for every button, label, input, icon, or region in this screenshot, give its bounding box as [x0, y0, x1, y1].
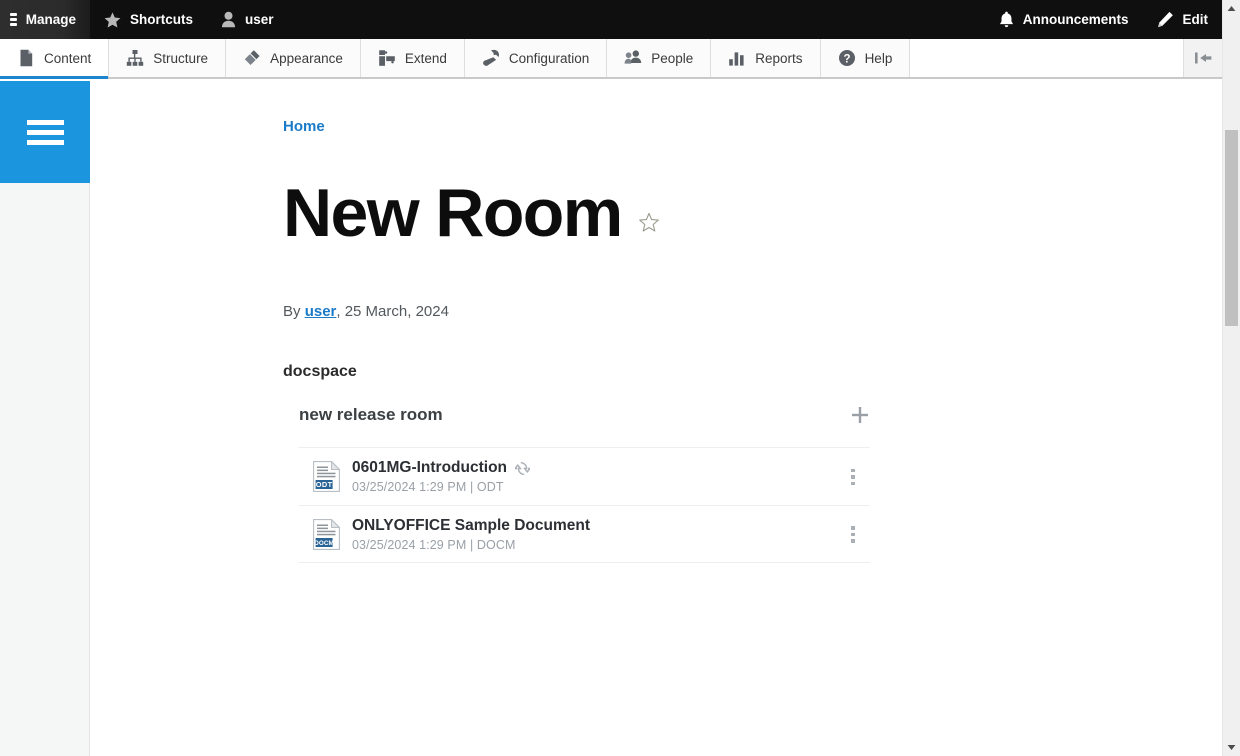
byline-prefix: By: [283, 303, 305, 321]
pencil-icon: [1157, 11, 1173, 28]
file-row[interactable]: ODT 0601MG-Introduction 03/25/2024 1:29 …: [299, 447, 870, 505]
toolbar-collapse-button[interactable]: [1184, 39, 1222, 77]
admin-item-user[interactable]: user: [207, 0, 288, 39]
file-subtitle-separator: |: [466, 537, 477, 552]
file-name: ONLYOFFICE Sample Document: [352, 516, 590, 534]
room-name: new release room: [299, 405, 443, 425]
byline-author-link[interactable]: user: [305, 303, 337, 320]
admin-item-announcements[interactable]: Announcements: [985, 0, 1143, 39]
document-file-icon: ODT: [313, 461, 340, 493]
tab-appearance[interactable]: Appearance: [226, 39, 361, 77]
sidebar-toggle-button[interactable]: [0, 81, 90, 183]
tab-help[interactable]: ? Help: [820, 39, 911, 77]
kebab-menu-icon[interactable]: [844, 467, 862, 487]
tab-configuration[interactable]: Configuration: [464, 39, 608, 77]
scroll-up-arrow-icon: [1227, 6, 1236, 11]
section-label-docspace: docspace: [283, 363, 357, 381]
scroll-down-button[interactable]: [1223, 739, 1240, 756]
plus-icon[interactable]: [850, 405, 870, 425]
star-outline-icon[interactable]: [638, 212, 660, 234]
kebab-menu-icon[interactable]: [844, 524, 862, 544]
admin-tab-bar: Content Structure Appearance Extend Conf…: [0, 39, 1222, 79]
file-subtitle-separator: |: [466, 480, 477, 495]
collapse-left-icon: [1195, 52, 1212, 64]
file-subtitle: 03/25/2024 1:29 PM | ODT: [352, 480, 844, 494]
bar-chart-icon: [729, 52, 744, 66]
hamburger-icon: [26, 119, 64, 145]
file-modified: 03/25/2024 1:29 PM: [352, 537, 467, 552]
page-title: New Room: [283, 175, 623, 251]
brush-icon: [244, 50, 260, 65]
tab-structure[interactable]: Structure: [109, 39, 227, 77]
file-meta: ONLYOFFICE Sample Document 03/25/2024 1:…: [352, 517, 844, 552]
file-row[interactable]: DOCM ONLYOFFICE Sample Document 03/25/20…: [299, 505, 870, 564]
scroll-down-arrow-icon: [1227, 745, 1236, 750]
user-icon: [221, 11, 236, 28]
hamburger-icon: [10, 13, 17, 26]
file-title-line: ONLYOFFICE Sample Document: [352, 517, 844, 535]
tab-people[interactable]: People: [607, 39, 712, 77]
admin-item-manage[interactable]: Manage: [0, 0, 90, 39]
admin-item-manage-label: Manage: [25, 12, 76, 27]
puzzle-icon: [379, 50, 395, 66]
document-file-icon: DOCM: [313, 518, 340, 550]
breadcrumb-home[interactable]: Home: [283, 118, 325, 135]
file-modified: 03/25/2024 1:29 PM: [352, 480, 467, 495]
file-meta: 0601MG-Introduction 03/25/2024 1:29 PM |…: [352, 459, 844, 494]
admin-item-shortcuts-label: Shortcuts: [130, 12, 194, 27]
admin-toolbar-spacer: [288, 0, 985, 39]
star-icon: [104, 11, 121, 27]
sync-icon[interactable]: [515, 461, 531, 476]
tab-reports[interactable]: Reports: [711, 39, 821, 77]
svg-text:DOCM: DOCM: [314, 540, 334, 547]
tab-help-label: Help: [864, 50, 893, 66]
admin-item-announcements-label: Announcements: [1022, 12, 1129, 27]
svg-text:ODT: ODT: [316, 480, 333, 489]
byline-suffix: , 25 March, 2024: [336, 303, 449, 321]
admin-item-user-label: user: [245, 12, 274, 27]
docspace-room-panel: new release room ODT 0601MG-Introduction…: [299, 405, 870, 564]
tab-content-label: Content: [44, 50, 92, 66]
tab-extend[interactable]: Extend: [360, 39, 465, 77]
admin-toolbar: Manage Shortcuts user Announcements Edit: [0, 0, 1222, 39]
tab-people-label: People: [651, 50, 694, 66]
scroll-up-button[interactable]: [1223, 0, 1240, 17]
svg-text:?: ?: [843, 53, 850, 65]
tab-bar-filler: [910, 39, 1184, 77]
admin-item-edit-label: Edit: [1182, 12, 1209, 27]
main-content: Home New Room By user, 25 March, 2024 do…: [91, 81, 1222, 756]
tab-configuration-label: Configuration: [508, 50, 590, 66]
page-title-row: New Room: [283, 175, 1222, 251]
file-format: DOCM: [476, 537, 516, 552]
bell-icon: [999, 11, 1013, 28]
tab-structure-label: Structure: [153, 50, 209, 66]
left-rail: [0, 81, 90, 756]
file-format: ODT: [476, 480, 504, 495]
sitemap-icon: [127, 50, 144, 66]
byline: By user, 25 March, 2024: [283, 303, 1222, 320]
file-title-line: 0601MG-Introduction: [352, 459, 844, 477]
page-scrollbar[interactable]: [1222, 0, 1240, 756]
tab-content[interactable]: Content: [0, 39, 110, 79]
room-header: new release room: [299, 405, 870, 447]
tab-appearance-label: Appearance: [270, 50, 343, 66]
file-subtitle: 03/25/2024 1:29 PM | DOCM: [352, 538, 844, 552]
tab-reports-label: Reports: [755, 50, 803, 66]
page-icon: [20, 49, 33, 67]
scroll-thumb[interactable]: [1225, 130, 1238, 326]
admin-item-shortcuts[interactable]: Shortcuts: [90, 0, 207, 39]
wrench-icon: [483, 49, 499, 66]
people-icon: [624, 50, 642, 64]
question-mark-icon: ?: [838, 50, 855, 66]
admin-item-edit[interactable]: Edit: [1143, 0, 1223, 39]
file-name: 0601MG-Introduction: [352, 459, 508, 477]
tab-extend-label: Extend: [404, 50, 447, 66]
